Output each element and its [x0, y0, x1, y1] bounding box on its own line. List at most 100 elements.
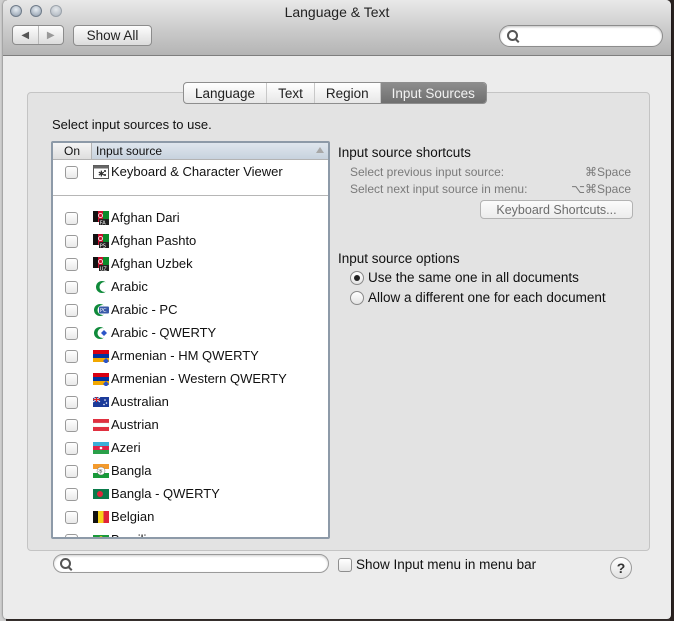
- list-item[interactable]: Armenian - Western QWERTY: [53, 369, 328, 392]
- list-header: On Input source: [53, 143, 328, 160]
- flag-afghanistan-icon: FA: [93, 211, 109, 225]
- search-icon: [507, 30, 518, 41]
- flag-azerbaijan-icon: [93, 442, 109, 454]
- list-item-label: Austrian: [111, 417, 159, 432]
- column-header-label: Input source: [96, 144, 163, 158]
- list-divider: [53, 195, 328, 196]
- search-icon: [60, 558, 71, 569]
- enable-checkbox[interactable]: [65, 442, 78, 455]
- enable-checkbox[interactable]: [65, 511, 78, 524]
- list-item[interactable]: ক Bangla: [53, 461, 328, 484]
- prev-source-label: Select previous input source:: [350, 165, 505, 179]
- list-item[interactable]: Australian: [53, 392, 328, 415]
- flag-armenia-icon: [93, 350, 109, 363]
- list-item[interactable]: Brazilian: [53, 530, 328, 537]
- radio-same-for-all[interactable]: [350, 271, 364, 285]
- flag-afghanistan-icon: UZ: [93, 257, 109, 271]
- next-source-shortcut: ⌥⌘Space: [571, 182, 631, 196]
- list-item-label: Belgian: [111, 509, 155, 524]
- flag-belgium-icon: [93, 511, 109, 523]
- list-item-label: Brazilian: [111, 532, 161, 537]
- column-header-input-source[interactable]: Input source: [92, 143, 328, 159]
- svg-text:✱: ✱: [98, 170, 105, 179]
- svg-text:ক: ক: [97, 469, 103, 476]
- tab-input-sources[interactable]: Input Sources: [380, 83, 486, 103]
- next-source-label: Select next input source in menu:: [350, 182, 528, 196]
- list-item-label: Armenian - Western QWERTY: [111, 371, 287, 386]
- list-item-label: Bangla: [111, 463, 152, 478]
- enable-checkbox[interactable]: [65, 396, 78, 409]
- show-all-button[interactable]: Show All: [73, 25, 152, 46]
- back-forward-control: ◀ ▶: [12, 25, 64, 45]
- enable-checkbox[interactable]: [65, 465, 78, 478]
- svg-text:FA: FA: [100, 220, 106, 225]
- enable-checkbox[interactable]: [65, 166, 78, 179]
- list-item[interactable]: Arabic - QWERTY: [53, 323, 328, 346]
- instruction-label: Select input sources to use.: [52, 117, 212, 132]
- list-item-label: Keyboard & Character Viewer: [111, 164, 283, 179]
- tab-text[interactable]: Text: [267, 83, 315, 103]
- list-item[interactable]: UZ Afghan Uzbek: [53, 254, 328, 277]
- list-item[interactable]: Austrian: [53, 415, 328, 438]
- back-arrow-icon[interactable]: ◀: [13, 26, 39, 44]
- sort-ascending-icon: [316, 147, 324, 153]
- flag-bangladesh-icon: [93, 489, 109, 499]
- flag-afghanistan-icon: PS: [93, 234, 109, 248]
- radio-different-per-document-label[interactable]: Allow a different one for each document: [368, 290, 606, 305]
- keyboard-viewer-icon: ✱: [93, 165, 109, 179]
- enable-checkbox[interactable]: [65, 327, 78, 340]
- flag-austria-icon: [93, 419, 109, 431]
- enable-checkbox[interactable]: [65, 350, 78, 363]
- list-item-label: Afghan Uzbek: [111, 256, 193, 271]
- list-item-label: Afghan Dari: [111, 210, 180, 225]
- list-item[interactable]: PC Arabic - PC: [53, 300, 328, 323]
- enable-checkbox[interactable]: [65, 258, 78, 271]
- flag-australia-icon: [93, 396, 109, 407]
- list-item[interactable]: Armenian - HM QWERTY: [53, 346, 328, 369]
- list-item[interactable]: PS Afghan Pashto: [53, 231, 328, 254]
- keyboard-shortcuts-button[interactable]: Keyboard Shortcuts...: [480, 200, 633, 219]
- shortcuts-heading: Input source shortcuts: [338, 145, 471, 160]
- preferences-search-input[interactable]: [499, 25, 663, 47]
- crescent-qwerty-icon: [94, 327, 108, 339]
- list-item[interactable]: Arabic: [53, 277, 328, 300]
- help-button[interactable]: ?: [610, 557, 632, 579]
- title-bar: Language & Text ◀ ▶ Show All: [3, 0, 671, 56]
- svg-text:UZ: UZ: [100, 266, 108, 271]
- list-item[interactable]: FA Afghan Dari: [53, 208, 328, 231]
- flag-brazil-icon: [93, 535, 109, 537]
- forward-arrow-icon[interactable]: ▶: [39, 26, 64, 44]
- list-item-keyboard-viewer[interactable]: ✱ Keyboard & Character Viewer: [53, 162, 328, 185]
- enable-checkbox[interactable]: [65, 304, 78, 317]
- flag-bangla-icon: ক: [93, 464, 109, 478]
- tab-language[interactable]: Language: [184, 83, 268, 103]
- enable-checkbox[interactable]: [65, 281, 78, 294]
- list-item[interactable]: Bangla - QWERTY: [53, 484, 328, 507]
- list-item-label: Azeri: [111, 440, 141, 455]
- enable-checkbox[interactable]: [65, 373, 78, 386]
- input-source-list[interactable]: On Input source ✱ Keyboard & Character V…: [51, 141, 330, 539]
- radio-same-for-all-label[interactable]: Use the same one in all documents: [368, 270, 579, 285]
- svg-text:PC: PC: [100, 308, 107, 314]
- list-item[interactable]: Azeri: [53, 438, 328, 461]
- input-source-search[interactable]: [53, 554, 329, 573]
- list-item[interactable]: Belgian: [53, 507, 328, 530]
- enable-checkbox[interactable]: [65, 212, 78, 225]
- enable-checkbox[interactable]: [65, 235, 78, 248]
- list-item-label: Arabic - PC: [111, 302, 178, 317]
- window-title: Language & Text: [284, 4, 390, 20]
- list-item-label: Afghan Pashto: [111, 233, 197, 248]
- enable-checkbox[interactable]: [65, 488, 78, 501]
- tab-region[interactable]: Region: [315, 83, 381, 103]
- list-item-label: Arabic: [111, 279, 148, 294]
- crescent-icon: [96, 281, 109, 293]
- enable-checkbox[interactable]: [65, 419, 78, 432]
- flag-armenia-icon: [93, 373, 109, 386]
- prev-source-shortcut: ⌘Space: [584, 165, 631, 179]
- radio-different-per-document[interactable]: [350, 291, 364, 305]
- column-header-on[interactable]: On: [53, 143, 92, 159]
- show-input-menu-checkbox[interactable]: [338, 558, 352, 572]
- enable-checkbox[interactable]: [65, 534, 78, 537]
- show-input-menu-label[interactable]: Show Input menu in menu bar: [356, 557, 536, 572]
- list-item-label: Australian: [111, 394, 169, 409]
